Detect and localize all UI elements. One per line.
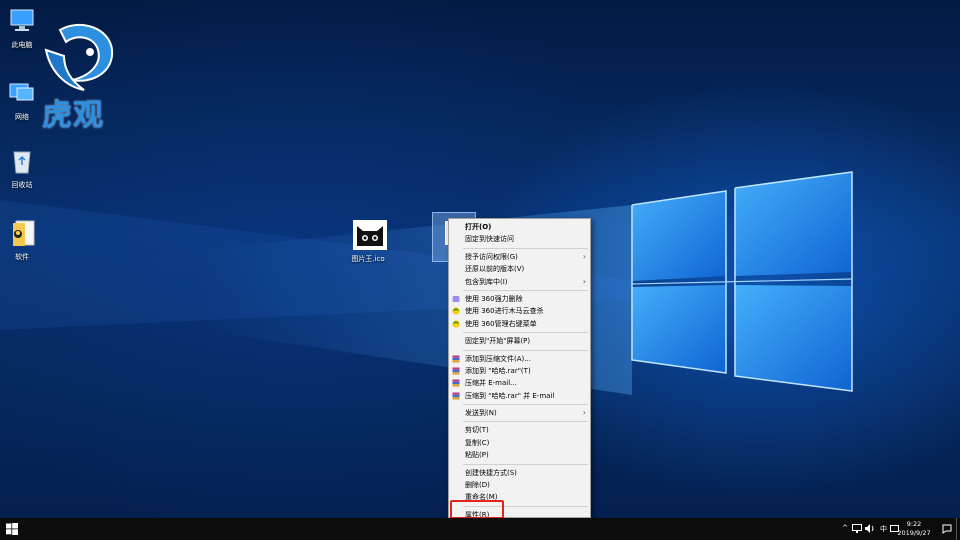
desktop-icon-label: 图片王.ico bbox=[351, 255, 385, 263]
submenu-arrow-icon: › bbox=[582, 276, 586, 286]
menu-item-send-to[interactable]: 发送到(N) › bbox=[449, 407, 590, 419]
menu-item-compress-email[interactable]: 压缩并 E-mail... bbox=[449, 377, 590, 389]
winrar-icon bbox=[452, 367, 460, 375]
network-status-icon[interactable] bbox=[852, 524, 862, 533]
menu-separator bbox=[463, 404, 588, 406]
network-icon bbox=[7, 78, 37, 108]
menu-separator bbox=[463, 349, 588, 351]
notification-center-icon[interactable] bbox=[942, 524, 952, 534]
menu-item-give-access[interactable]: 授予访问权限(G) › bbox=[449, 251, 590, 263]
winrar-icon bbox=[452, 392, 460, 400]
menu-separator bbox=[463, 463, 588, 465]
menu-item-restore-versions[interactable]: 还原以前的版本(V) bbox=[449, 263, 590, 275]
ime-indicator[interactable]: 中 bbox=[880, 524, 887, 534]
desktop-icon-this-pc[interactable]: 此电脑 bbox=[0, 6, 44, 50]
clock-date: 2019/9/27 bbox=[897, 529, 931, 537]
menu-item-paste[interactable]: 粘贴(P) bbox=[449, 449, 590, 461]
360-scan-icon bbox=[452, 307, 460, 315]
360-menu-icon bbox=[452, 320, 460, 328]
menu-item-copy[interactable]: 复制(C) bbox=[449, 437, 590, 449]
logo-text: 虎观 bbox=[42, 98, 104, 133]
menu-item-delete[interactable]: 删除(D) bbox=[449, 479, 590, 491]
desktop-icon-recycle-bin[interactable]: 回收站 bbox=[0, 146, 44, 190]
menu-item-open[interactable]: 打开(O) bbox=[449, 221, 590, 233]
cat-face-icon bbox=[353, 220, 387, 250]
desktop-icon-picture-king[interactable]: 图片王.ico bbox=[346, 220, 390, 264]
menu-item-cut[interactable]: 剪切(T) bbox=[449, 424, 590, 436]
menu-item-add-to-haha-rar[interactable]: 添加到 "哈哈.rar"(T) bbox=[449, 365, 590, 377]
menu-item-compress-haha-email[interactable]: 压缩到 "哈哈.rar" 并 E-mail bbox=[449, 390, 590, 402]
clock-time: 9:22 bbox=[906, 520, 922, 528]
desktop-icon-software[interactable]: 软件 bbox=[0, 218, 44, 262]
360-shred-icon bbox=[452, 295, 460, 302]
tray-up-arrow-icon[interactable]: ^ bbox=[842, 524, 848, 532]
recycle-bin-icon bbox=[7, 146, 37, 176]
show-desktop-button[interactable] bbox=[956, 518, 960, 540]
desktop-icon-label: 软件 bbox=[15, 253, 29, 261]
properties-highlight-box bbox=[450, 500, 504, 519]
menu-separator bbox=[463, 421, 588, 423]
menu-item-360-shred[interactable]: 使用 360强力删除 bbox=[449, 293, 590, 305]
menu-item-add-to-archive[interactable]: 添加到压缩文件(A)... bbox=[449, 353, 590, 365]
menu-item-360-manage-menu[interactable]: 使用 360管理右键菜单 bbox=[449, 318, 590, 330]
windows-start-icon[interactable] bbox=[6, 523, 18, 535]
desktop-icon-network[interactable]: 网络 bbox=[0, 78, 44, 122]
desktop-icon-label: 回收站 bbox=[11, 181, 33, 189]
volume-icon[interactable] bbox=[865, 524, 875, 533]
context-menu[interactable]: 打开(O) 固定到快速访问 授予访问权限(G) › 还原以前的版本(V) 包含到库… bbox=[448, 218, 591, 519]
menu-separator bbox=[463, 247, 588, 249]
taskbar: ^ 中 9:22 2019/9/27 bbox=[0, 518, 960, 540]
menu-item-include-in-library[interactable]: 包含到库中(I) › bbox=[449, 276, 590, 288]
menu-item-360-scan[interactable]: 使用 360进行木马云查杀 bbox=[449, 305, 590, 317]
menu-separator bbox=[463, 289, 588, 291]
computer-icon bbox=[7, 6, 37, 36]
submenu-arrow-icon: › bbox=[582, 408, 586, 418]
clock[interactable]: 9:22 2019/9/27 bbox=[892, 520, 936, 538]
desktop-icon-label: 网络 bbox=[15, 113, 29, 121]
menu-item-pin-start[interactable]: 固定到"开始"屏幕(P) bbox=[449, 335, 590, 347]
winrar-icon bbox=[452, 355, 460, 363]
menu-separator bbox=[463, 332, 588, 334]
menu-item-create-shortcut[interactable]: 创建快捷方式(S) bbox=[449, 467, 590, 479]
winrar-icon bbox=[452, 379, 460, 387]
menu-item-pin-quick-access[interactable]: 固定到快速访问 bbox=[449, 233, 590, 245]
folder-icon bbox=[7, 218, 37, 248]
desktop-icon-label: 此电脑 bbox=[11, 41, 33, 49]
submenu-arrow-icon: › bbox=[582, 251, 586, 261]
